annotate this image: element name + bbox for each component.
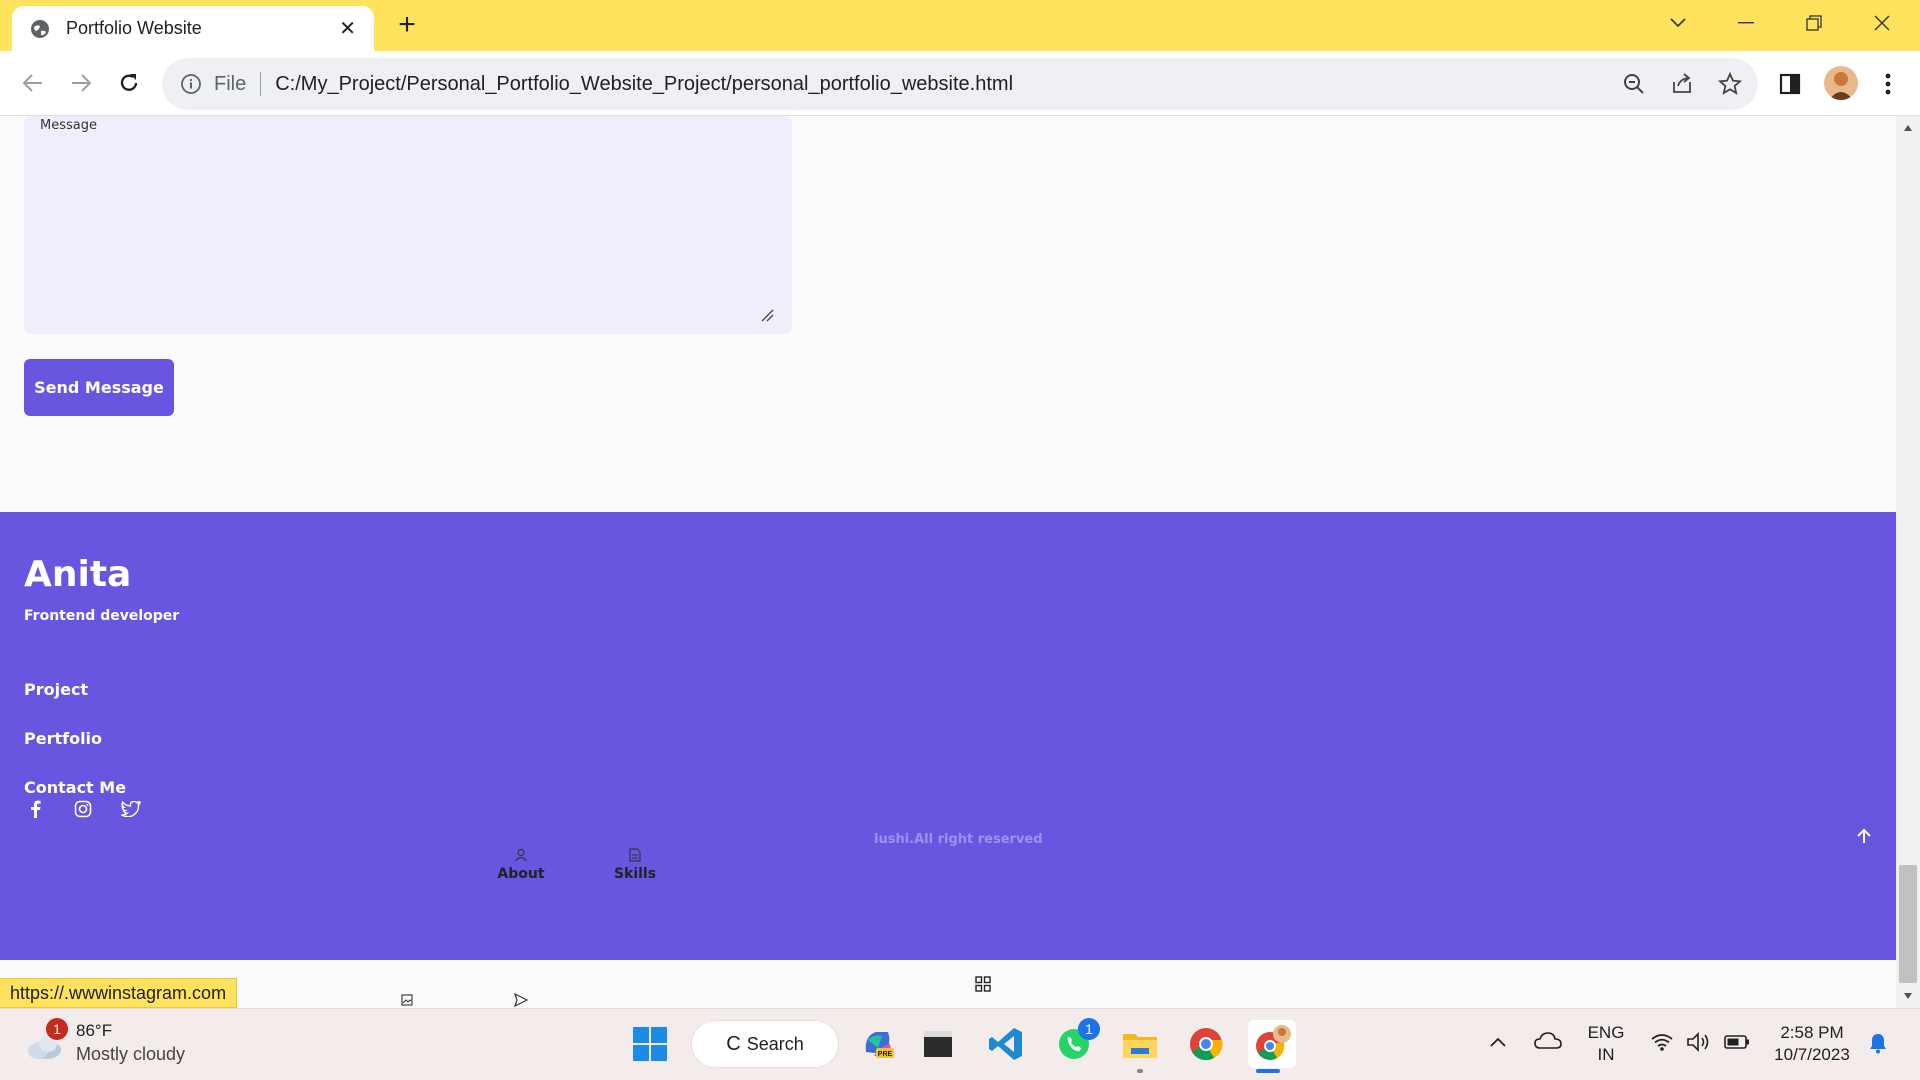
url-text[interactable]: C:/My_Project/Personal_Portfolio_Website…: [275, 73, 1013, 96]
copilot-icon[interactable]: PRE: [854, 1020, 902, 1068]
language-line1: ENG: [1587, 1023, 1625, 1042]
footer-role: Frontend developer: [24, 608, 180, 624]
active-app-indicator: [1256, 1069, 1280, 1073]
tab-title: Portfolio Website: [66, 18, 202, 38]
taskbar-search[interactable]: C Search: [692, 1021, 838, 1067]
globe-icon: [31, 19, 49, 38]
weather-badge: 1: [46, 1018, 68, 1040]
chevron-up-icon[interactable]: [1488, 1034, 1508, 1053]
zoom-icon[interactable]: [1620, 70, 1648, 98]
user-icon: [515, 848, 527, 862]
profile-avatar[interactable]: [1824, 66, 1858, 100]
notification-bell-icon[interactable]: [1868, 1032, 1888, 1058]
vscode-icon[interactable]: [982, 1020, 1030, 1068]
footer-link-project[interactable]: Project: [24, 680, 88, 699]
language-line2: IN: [1597, 1045, 1615, 1064]
weather-desc[interactable]: Mostly cloudy: [76, 1044, 185, 1065]
weather-temp[interactable]: 86°F: [76, 1021, 112, 1041]
facebook-icon[interactable]: [22, 796, 48, 822]
search-icon: C: [726, 1032, 741, 1055]
restore-icon[interactable]: [1780, 4, 1848, 42]
close-tab-icon[interactable]: ✕: [339, 16, 356, 41]
tab-search-icon[interactable]: [1644, 4, 1712, 42]
page-viewport: Message Send Message Anita Frontend deve…: [0, 116, 1896, 1008]
wifi-icon[interactable]: [1650, 1032, 1674, 1056]
footer-name: Anita: [24, 554, 132, 595]
clock-time: 2:58 PM: [1780, 1023, 1844, 1042]
nav-about-label: About: [497, 866, 545, 882]
resize-handle-icon[interactable]: [760, 308, 774, 322]
link-status-url: https://.wwwinstagram.com: [0, 978, 238, 1008]
scroll-up-icon[interactable]: [1903, 124, 1913, 132]
battery-icon[interactable]: [1724, 1034, 1750, 1054]
image-icon[interactable]: [401, 994, 413, 1006]
search-label: Search: [746, 1033, 804, 1054]
file-explorer-icon[interactable]: [1116, 1020, 1164, 1068]
message-textarea[interactable]: [24, 116, 792, 334]
language-indicator[interactable]: ENG IN: [1584, 1022, 1628, 1066]
scroll-down-icon[interactable]: [1903, 992, 1913, 1000]
clock-date: 10/7/2023: [1774, 1045, 1850, 1064]
info-icon[interactable]: [180, 73, 202, 95]
windows-start-icon[interactable]: [626, 1020, 674, 1068]
forward-arrow-icon[interactable]: [64, 66, 98, 100]
menu-grid-icon[interactable]: [975, 976, 991, 992]
instagram-icon[interactable]: [70, 796, 96, 822]
send-icon[interactable]: [514, 993, 528, 1007]
copyright-text: lushi.All right reserved: [874, 832, 1043, 847]
omnibox-divider: [260, 72, 262, 96]
open-app-indicator: [1137, 1069, 1143, 1073]
volume-icon[interactable]: [1686, 1031, 1712, 1057]
chrome-profile-icon[interactable]: [1248, 1020, 1296, 1068]
menu-kebab-icon[interactable]: [1874, 70, 1902, 98]
footer: Anita Frontend developer Project Pertfol…: [0, 512, 1896, 960]
scrollbar-thumb[interactable]: [1899, 865, 1917, 983]
footer-link-contact[interactable]: Contact Me: [24, 778, 126, 797]
side-panel-icon[interactable]: [1776, 70, 1804, 98]
reload-icon[interactable]: [112, 66, 146, 100]
nav-skills[interactable]: Skills: [595, 848, 675, 882]
clock[interactable]: 2:58 PM 10/7/2023: [1766, 1022, 1858, 1066]
scheme-label: File: [214, 72, 247, 95]
footer-link-portfolio[interactable]: Pertfolio: [24, 729, 102, 748]
chrome-icon[interactable]: [1182, 1020, 1230, 1068]
document-icon: [629, 848, 641, 862]
minimize-icon[interactable]: [1712, 4, 1780, 42]
whatsapp-badge: 1: [1078, 1018, 1100, 1040]
share-icon[interactable]: [1668, 70, 1696, 98]
send-message-button[interactable]: Send Message: [24, 359, 174, 416]
nav-about[interactable]: About: [481, 848, 561, 882]
bookmark-star-icon[interactable]: [1716, 70, 1744, 98]
new-tab-icon[interactable]: +: [390, 8, 424, 42]
message-label: Message: [40, 118, 97, 133]
onedrive-cloud-icon[interactable]: [1534, 1030, 1562, 1054]
address-bar[interactable]: File C:/My_Project/Personal_Portfolio_We…: [162, 58, 1758, 110]
twitter-icon[interactable]: [118, 796, 144, 822]
scroll-up-arrow-icon[interactable]: [1852, 824, 1876, 848]
nav-skills-label: Skills: [613, 866, 657, 882]
terminal-app-icon[interactable]: [914, 1020, 962, 1068]
svg-text:PRE: PRE: [878, 1051, 893, 1058]
back-arrow-icon[interactable]: [16, 66, 50, 100]
close-window-icon[interactable]: [1848, 4, 1916, 42]
browser-tab[interactable]: Portfolio Website ✕: [12, 6, 374, 51]
